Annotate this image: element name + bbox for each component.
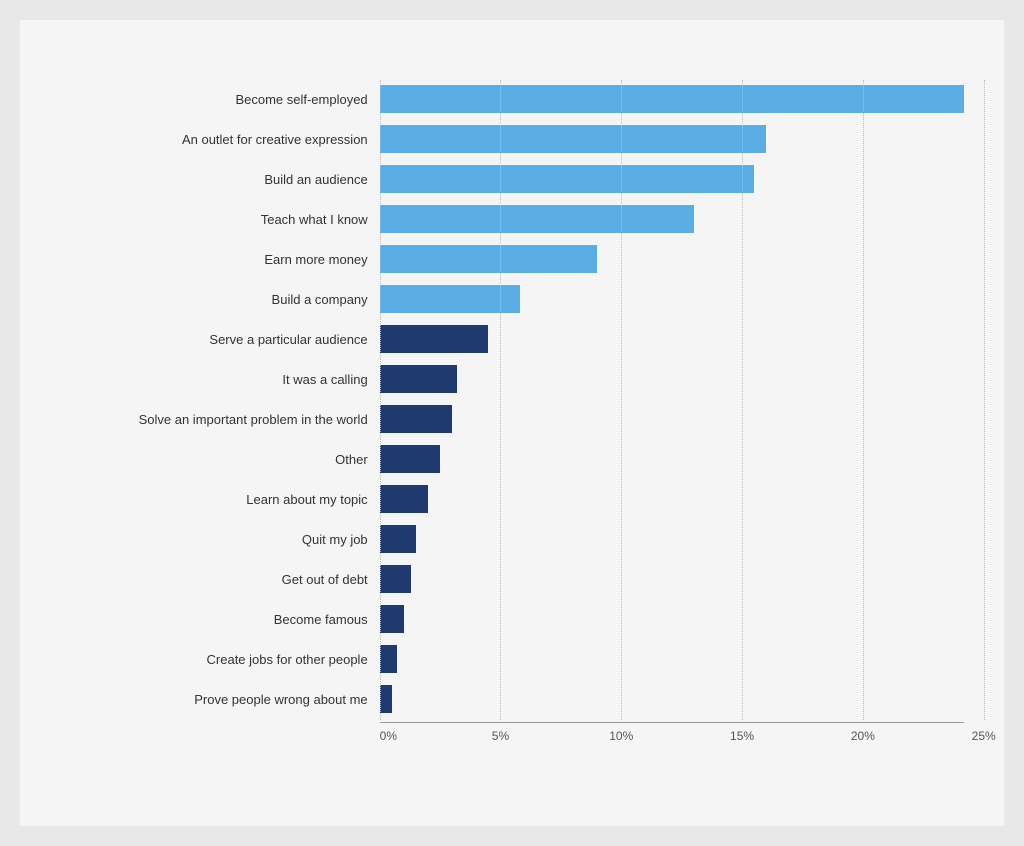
- chart-area: Become self-employed An outlet for creati…: [40, 80, 965, 746]
- bar-label: Serve a particular audience: [40, 332, 380, 347]
- bar-row: Learn about my topic: [40, 480, 965, 518]
- x-axis-label: 10%: [609, 729, 633, 743]
- bar-row: Prove people wrong about me: [40, 680, 965, 718]
- bar-track: [380, 640, 965, 678]
- bar-fill: [380, 165, 754, 193]
- bar-track: [380, 200, 965, 238]
- bar-row: Create jobs for other people: [40, 640, 965, 678]
- bar-label: Get out of debt: [40, 572, 380, 587]
- bar-fill: [380, 405, 452, 433]
- bar-fill: [380, 445, 440, 473]
- bar-row: Become famous: [40, 600, 965, 638]
- bar-row: Other: [40, 440, 965, 478]
- bar-label: Create jobs for other people: [40, 652, 380, 667]
- bar-track: [380, 520, 965, 558]
- bar-label: Other: [40, 452, 380, 467]
- bar-fill: [380, 85, 965, 113]
- bar-track: [380, 280, 965, 318]
- x-axis-label: 20%: [851, 729, 875, 743]
- bar-label: Quit my job: [40, 532, 380, 547]
- bar-row: Serve a particular audience: [40, 320, 965, 358]
- bar-row: Solve an important problem in the world: [40, 400, 965, 438]
- x-axis-label: 25%: [972, 729, 996, 743]
- bar-row: Teach what I know: [40, 200, 965, 238]
- bar-row: Get out of debt: [40, 560, 965, 598]
- x-axis-label: 5%: [492, 729, 509, 743]
- bar-track: [380, 400, 965, 438]
- bar-fill: [380, 565, 411, 593]
- bar-row: Become self-employed: [40, 80, 965, 118]
- bar-fill: [380, 525, 416, 553]
- x-axis-label: 15%: [730, 729, 754, 743]
- bar-track: [380, 120, 965, 158]
- bar-track: [380, 560, 965, 598]
- bar-track: [380, 440, 965, 478]
- bar-row: Earn more money: [40, 240, 965, 278]
- bar-track: [380, 600, 965, 638]
- bar-row: An outlet for creative expression: [40, 120, 965, 158]
- bar-label: Learn about my topic: [40, 492, 380, 507]
- bar-row: Quit my job: [40, 520, 965, 558]
- bar-row: Build a company: [40, 280, 965, 318]
- bar-fill: [380, 245, 597, 273]
- bar-row: It was a calling: [40, 360, 965, 398]
- bar-label: Earn more money: [40, 252, 380, 267]
- bar-fill: [380, 325, 489, 353]
- bar-fill: [380, 285, 520, 313]
- bar-label: Become self-employed: [40, 92, 380, 107]
- bar-track: [380, 160, 965, 198]
- bar-label: Teach what I know: [40, 212, 380, 227]
- bar-track: [380, 320, 965, 358]
- bar-track: [380, 480, 965, 518]
- bar-fill: [380, 205, 694, 233]
- bar-fill: [380, 645, 397, 673]
- bar-fill: [380, 485, 428, 513]
- bar-fill: [380, 365, 457, 393]
- bar-fill: [380, 605, 404, 633]
- bar-label: Build an audience: [40, 172, 380, 187]
- bar-label: Solve an important problem in the world: [40, 412, 380, 427]
- x-axis: 0%5%10%15%20%25%: [380, 722, 965, 746]
- bar-label: An outlet for creative expression: [40, 132, 380, 147]
- bar-label: Prove people wrong about me: [40, 692, 380, 707]
- bar-fill: [380, 125, 767, 153]
- bar-label: Build a company: [40, 292, 380, 307]
- bar-track: [380, 360, 965, 398]
- bar-track: [380, 680, 965, 718]
- bar-row: Build an audience: [40, 160, 965, 198]
- bar-fill: [380, 685, 392, 713]
- bar-track: [380, 80, 965, 118]
- x-axis-label: 0%: [380, 729, 397, 743]
- bar-label: Become famous: [40, 612, 380, 627]
- chart-container: Become self-employed An outlet for creati…: [20, 20, 1005, 826]
- bar-label: It was a calling: [40, 372, 380, 387]
- bar-track: [380, 240, 965, 278]
- grid-line: [984, 80, 985, 720]
